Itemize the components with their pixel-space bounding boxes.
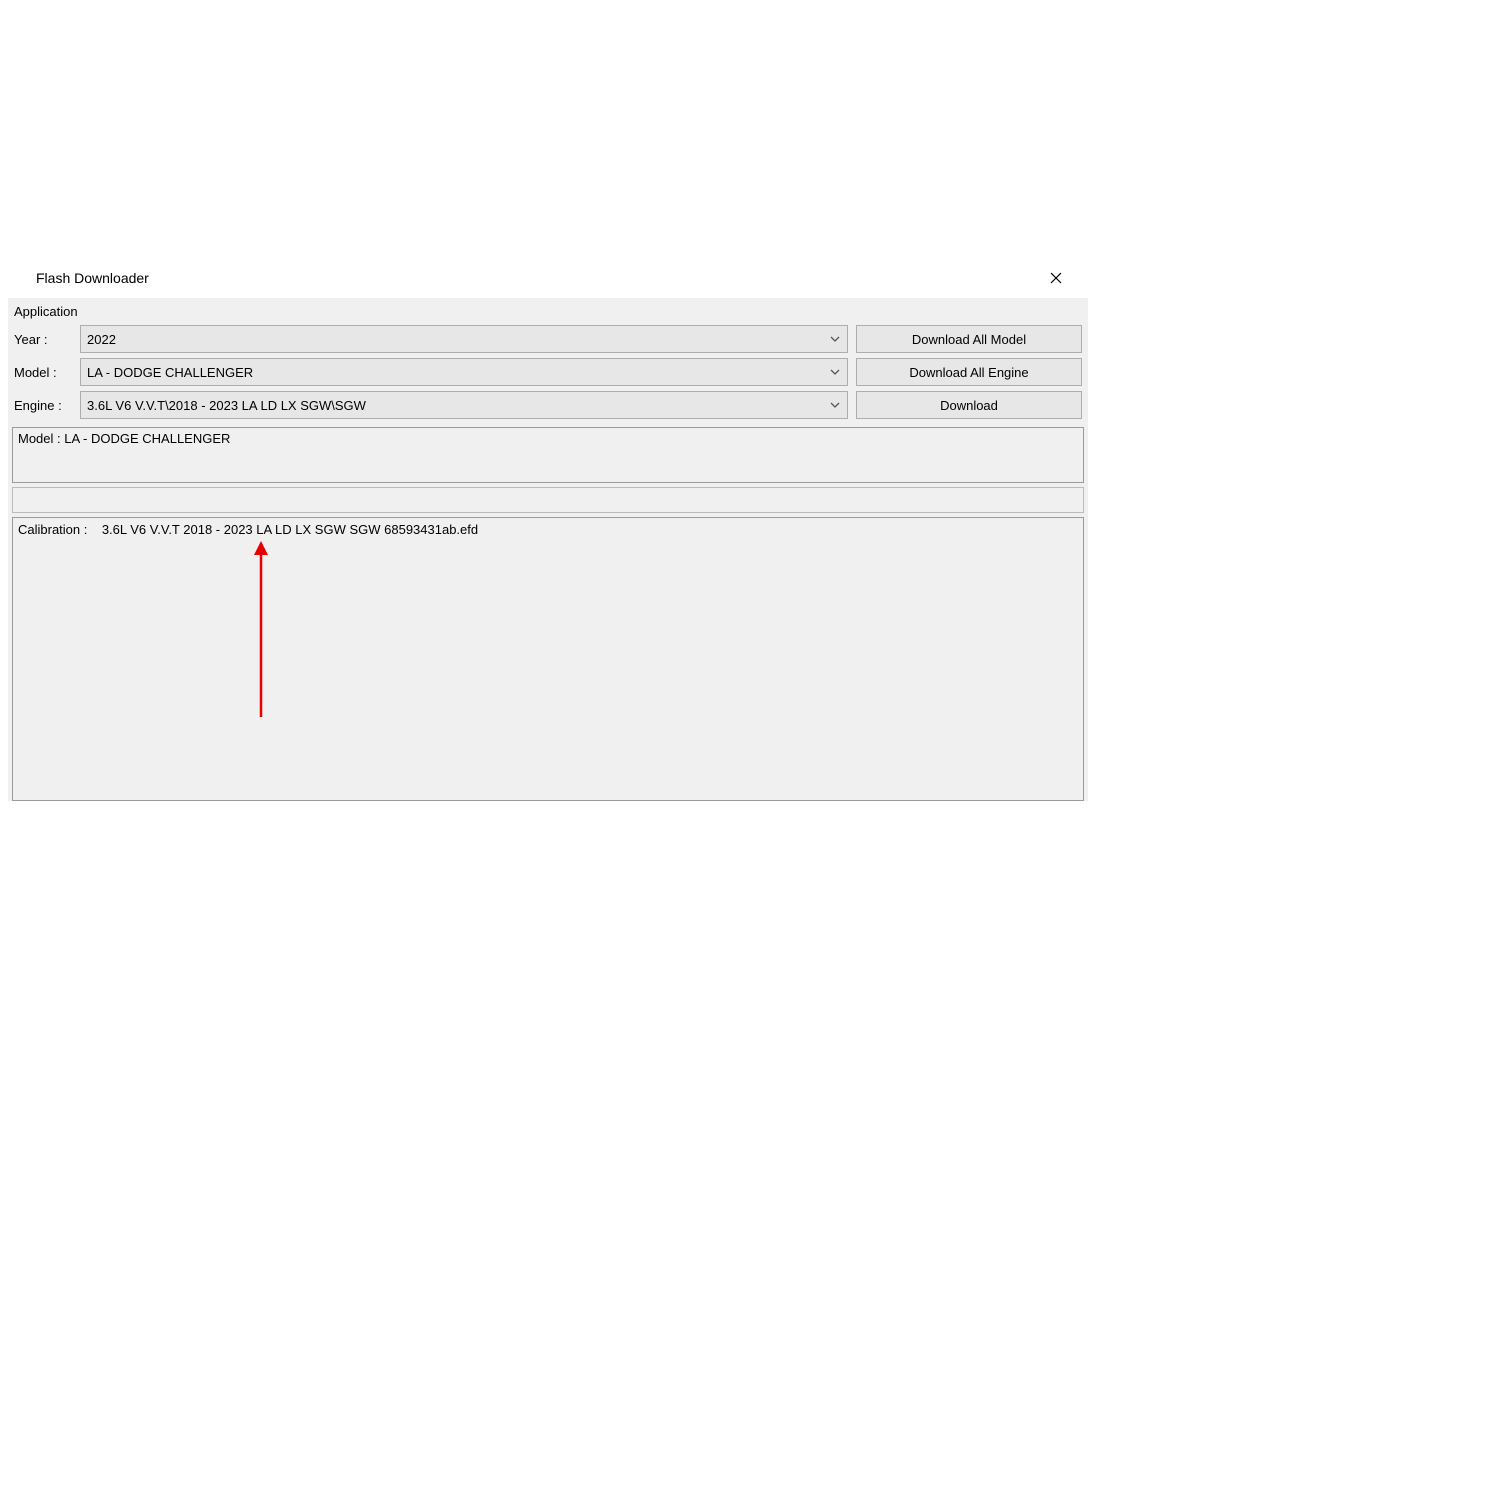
calibration-text: Calibration : 3.6L V6 V.V.T 2018 - 2023 …: [18, 522, 478, 537]
download-all-model-label: Download All Model: [912, 332, 1026, 347]
chevron-down-icon: [829, 399, 841, 411]
engine-value: 3.6L V6 V.V.T\2018 - 2023 LA LD LX SGW\S…: [87, 398, 366, 413]
year-label: Year :: [14, 332, 72, 347]
titlebar: Flash Downloader: [8, 258, 1088, 298]
model-value: LA - DODGE CHALLENGER: [87, 365, 253, 380]
calibration-panel: Calibration : 3.6L V6 V.V.T 2018 - 2023 …: [12, 517, 1084, 801]
engine-dropdown[interactable]: 3.6L V6 V.V.T\2018 - 2023 LA LD LX SGW\S…: [80, 391, 848, 419]
download-all-engine-button[interactable]: Download All Engine: [856, 358, 1082, 386]
chevron-down-icon: [829, 333, 841, 345]
download-button[interactable]: Download: [856, 391, 1082, 419]
application-label: Application: [8, 302, 1088, 325]
content-area: Application Year : 2022 Download All Mod…: [8, 298, 1088, 801]
close-button[interactable]: [1038, 263, 1074, 293]
year-dropdown[interactable]: 2022: [80, 325, 848, 353]
model-panel: Model : LA - DODGE CHALLENGER: [12, 427, 1084, 483]
chevron-down-icon: [829, 366, 841, 378]
engine-label: Engine :: [14, 398, 72, 413]
close-icon: [1050, 272, 1062, 284]
model-panel-text: Model : LA - DODGE CHALLENGER: [18, 431, 230, 446]
download-all-model-button[interactable]: Download All Model: [856, 325, 1082, 353]
annotation-arrow-icon: [249, 541, 273, 721]
download-all-engine-label: Download All Engine: [909, 365, 1028, 380]
model-label: Model :: [14, 365, 72, 380]
year-value: 2022: [87, 332, 116, 347]
flash-downloader-window: Flash Downloader Application Year : 2022…: [8, 258, 1088, 803]
form-grid: Year : 2022 Download All Model Model : L…: [8, 325, 1088, 425]
download-label: Download: [940, 398, 998, 413]
model-dropdown[interactable]: LA - DODGE CHALLENGER: [80, 358, 848, 386]
window-title: Flash Downloader: [36, 270, 149, 286]
progress-bar: [12, 487, 1084, 513]
